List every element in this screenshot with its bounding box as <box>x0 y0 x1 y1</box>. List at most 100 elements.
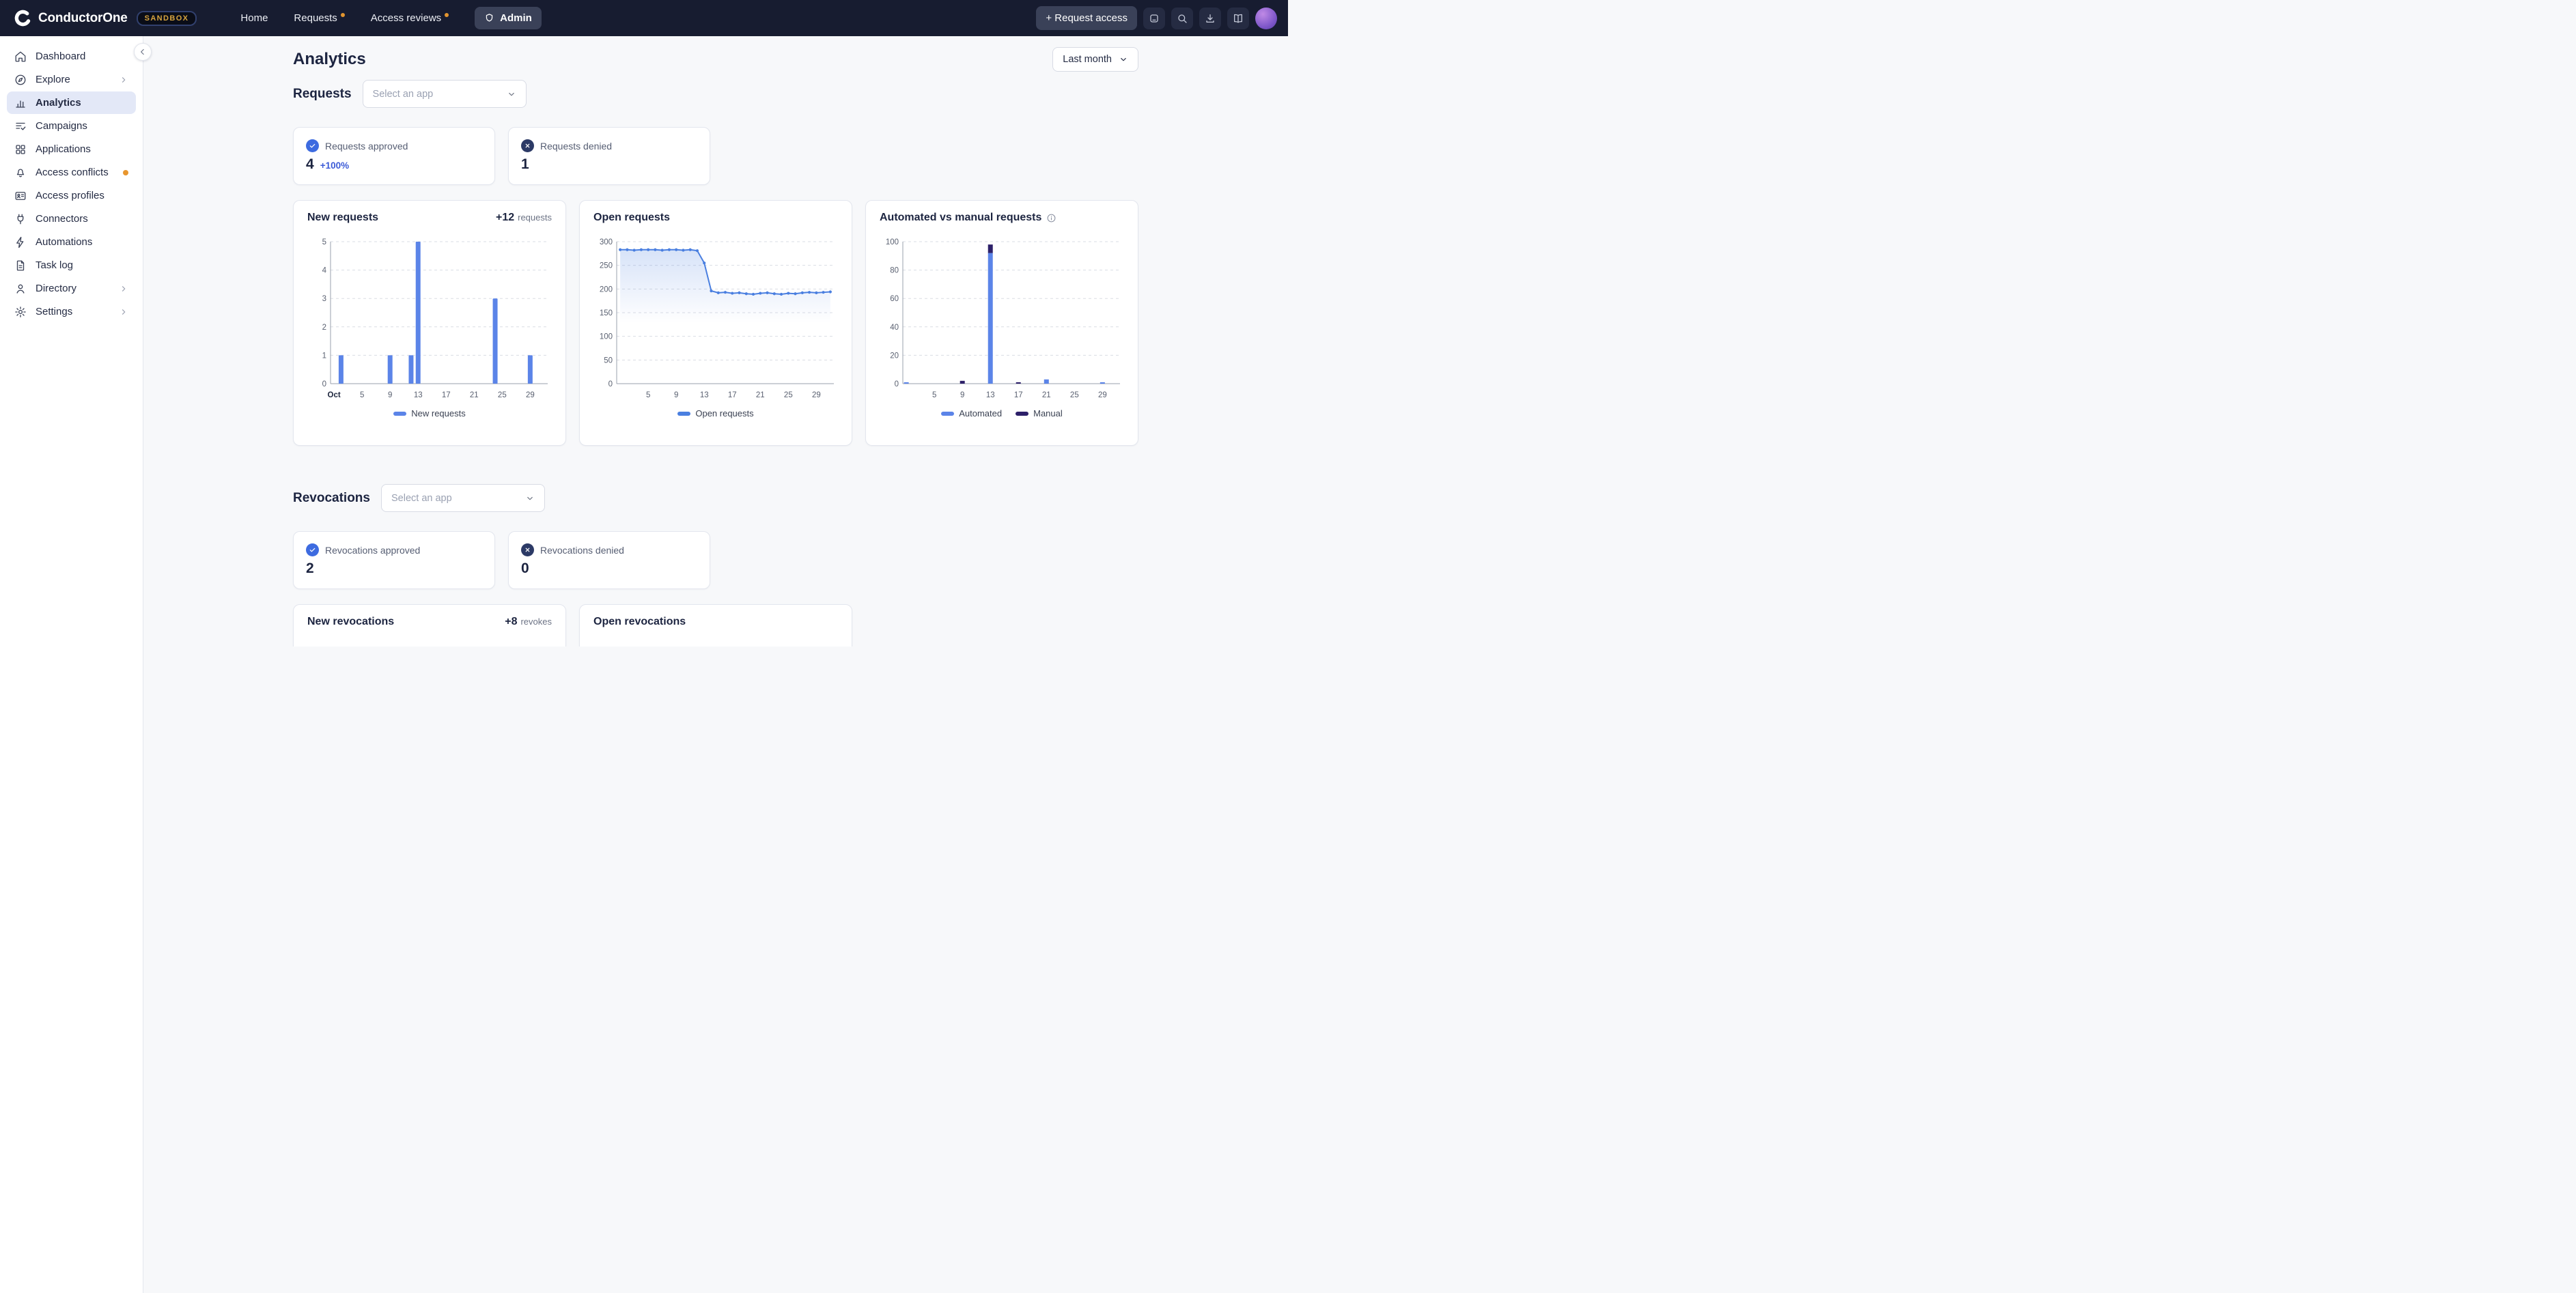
sidebar-item-analytics[interactable]: Analytics <box>7 91 136 114</box>
svg-text:2: 2 <box>322 324 326 332</box>
svg-text:100: 100 <box>600 333 613 341</box>
compass-icon <box>14 74 27 86</box>
top-nav-access-reviews[interactable]: Access reviews <box>371 12 449 24</box>
stat-label: Requests denied <box>540 141 612 152</box>
chart-legend: AutomatedManual <box>880 408 1124 418</box>
top-nav: Home Requests Access reviews <box>240 12 449 24</box>
svg-text:21: 21 <box>1042 391 1051 399</box>
chart-card-new-revocations: New revocations+8revokes <box>293 604 566 646</box>
conductorone-logo-icon <box>14 9 32 27</box>
chart-title: New requests <box>307 212 378 224</box>
chart-plot-new-requests: 012345Oct591317212529 <box>307 232 553 403</box>
sidebar-item-access-conflicts[interactable]: Access conflicts <box>7 161 136 184</box>
sidebar-item-campaigns[interactable]: Campaigns <box>7 115 136 137</box>
chevron-right-icon <box>119 75 128 85</box>
chart-total-badge: +12requests <box>496 212 552 224</box>
svg-text:50: 50 <box>604 356 613 365</box>
svg-text:150: 150 <box>600 309 613 317</box>
svg-text:9: 9 <box>960 391 964 399</box>
svg-text:300: 300 <box>600 238 613 246</box>
sidebar-item-access-profiles[interactable]: Access profiles <box>7 184 136 207</box>
environment-badge: SANDBOX <box>137 11 197 26</box>
request-access-button[interactable]: + Request access <box>1036 6 1137 30</box>
chart-title: Automated vs manual requests <box>880 212 1056 224</box>
svg-text:0: 0 <box>895 380 899 388</box>
stat-label: Requests approved <box>325 141 408 152</box>
svg-text:250: 250 <box>600 262 613 270</box>
revocations-stats-row: Revocations approved 2 Revocations denie… <box>293 531 1138 589</box>
svg-text:60: 60 <box>890 295 899 303</box>
svg-text:29: 29 <box>812 391 821 399</box>
time-range-select[interactable]: Last month <box>1052 47 1138 72</box>
revocations-charts-row: New revocations+8revokesOpen revocations <box>293 604 1138 646</box>
bell-icon <box>14 167 27 179</box>
brand[interactable]: ConductorOne SANDBOX <box>14 9 197 27</box>
svg-text:17: 17 <box>728 391 737 399</box>
x-circle-icon <box>521 543 534 556</box>
sidebar-item-automations[interactable]: Automations <box>7 231 136 253</box>
sidebar-item-dashboard[interactable]: Dashboard <box>7 45 136 68</box>
notification-dot <box>341 13 345 17</box>
svg-text:5: 5 <box>646 391 650 399</box>
sidebar-item-applications[interactable]: Applications <box>7 138 136 160</box>
svg-text:1: 1 <box>322 352 326 360</box>
profiles-icon <box>14 190 27 202</box>
sidebar-item-directory[interactable]: Directory <box>7 277 136 300</box>
time-range-value: Last month <box>1063 54 1112 65</box>
svg-text:20: 20 <box>890 352 899 360</box>
sidebar-item-label: Dashboard <box>36 51 85 62</box>
requests-charts-row: New requests+12requests012345Oct59131721… <box>293 200 1138 446</box>
command-bar-button[interactable] <box>1143 8 1165 29</box>
legend-item-open-requests: Open requests <box>677 408 753 418</box>
docs-book-button[interactable] <box>1227 8 1249 29</box>
legend-swatch <box>1016 412 1028 416</box>
sidebar: Dashboard ExploreAnalytics Campaigns Applic… <box>0 36 143 1293</box>
sidebar-nav: Dashboard ExploreAnalytics Campaigns Applic… <box>0 45 143 323</box>
svg-text:40: 40 <box>890 324 899 332</box>
download-icon <box>1205 13 1216 24</box>
tasklog-icon <box>14 259 27 272</box>
stat-label: Revocations denied <box>540 545 624 556</box>
sidebar-item-label: Task log <box>36 259 73 271</box>
sidebar-item-label: Directory <box>36 283 76 294</box>
automations-icon <box>14 236 27 248</box>
check-circle-icon <box>306 139 319 152</box>
sidebar-item-settings[interactable]: Settings <box>7 300 136 323</box>
svg-text:25: 25 <box>1070 391 1079 399</box>
requests-app-select[interactable]: Select an app <box>363 80 527 108</box>
chevron-down-icon <box>1119 55 1128 64</box>
sidebar-item-task-log[interactable]: Task log <box>7 254 136 276</box>
sidebar-item-connectors[interactable]: Connectors <box>7 208 136 230</box>
user-avatar[interactable] <box>1255 8 1277 29</box>
svg-text:5: 5 <box>360 391 364 399</box>
chart-card-new-requests: New requests+12requests012345Oct59131721… <box>293 200 566 446</box>
sidebar-collapse-button[interactable] <box>134 43 152 61</box>
info-icon[interactable] <box>1046 213 1056 223</box>
revocations-app-select[interactable]: Select an app <box>381 484 545 512</box>
connectors-icon <box>14 213 27 225</box>
legend-item-manual: Manual <box>1016 408 1063 418</box>
legend-swatch <box>393 412 406 416</box>
sidebar-item-label: Access conflicts <box>36 167 109 178</box>
svg-text:Oct: Oct <box>328 391 341 399</box>
admin-button[interactable]: Admin <box>475 7 542 29</box>
alert-dot <box>123 170 128 175</box>
svg-text:9: 9 <box>674 391 678 399</box>
svg-text:4: 4 <box>322 267 327 275</box>
requests-section-title: Requests <box>293 87 352 102</box>
legend-item-new-requests: New requests <box>393 408 465 418</box>
svg-text:21: 21 <box>470 391 479 399</box>
stat-value: 4 <box>306 156 314 173</box>
sidebar-item-explore[interactable]: Explore <box>7 68 136 91</box>
download-button[interactable] <box>1199 8 1221 29</box>
sidebar-item-label: Automations <box>36 236 92 248</box>
sidebar-item-label: Campaigns <box>36 120 87 132</box>
svg-text:200: 200 <box>600 285 613 294</box>
svg-text:29: 29 <box>526 391 535 399</box>
top-nav-home[interactable]: Home <box>240 12 268 24</box>
top-nav-requests[interactable]: Requests <box>294 12 344 24</box>
legend-swatch <box>941 412 954 416</box>
search-button[interactable] <box>1171 8 1193 29</box>
campaigns-icon <box>14 120 27 132</box>
revocations-section-title: Revocations <box>293 491 370 506</box>
